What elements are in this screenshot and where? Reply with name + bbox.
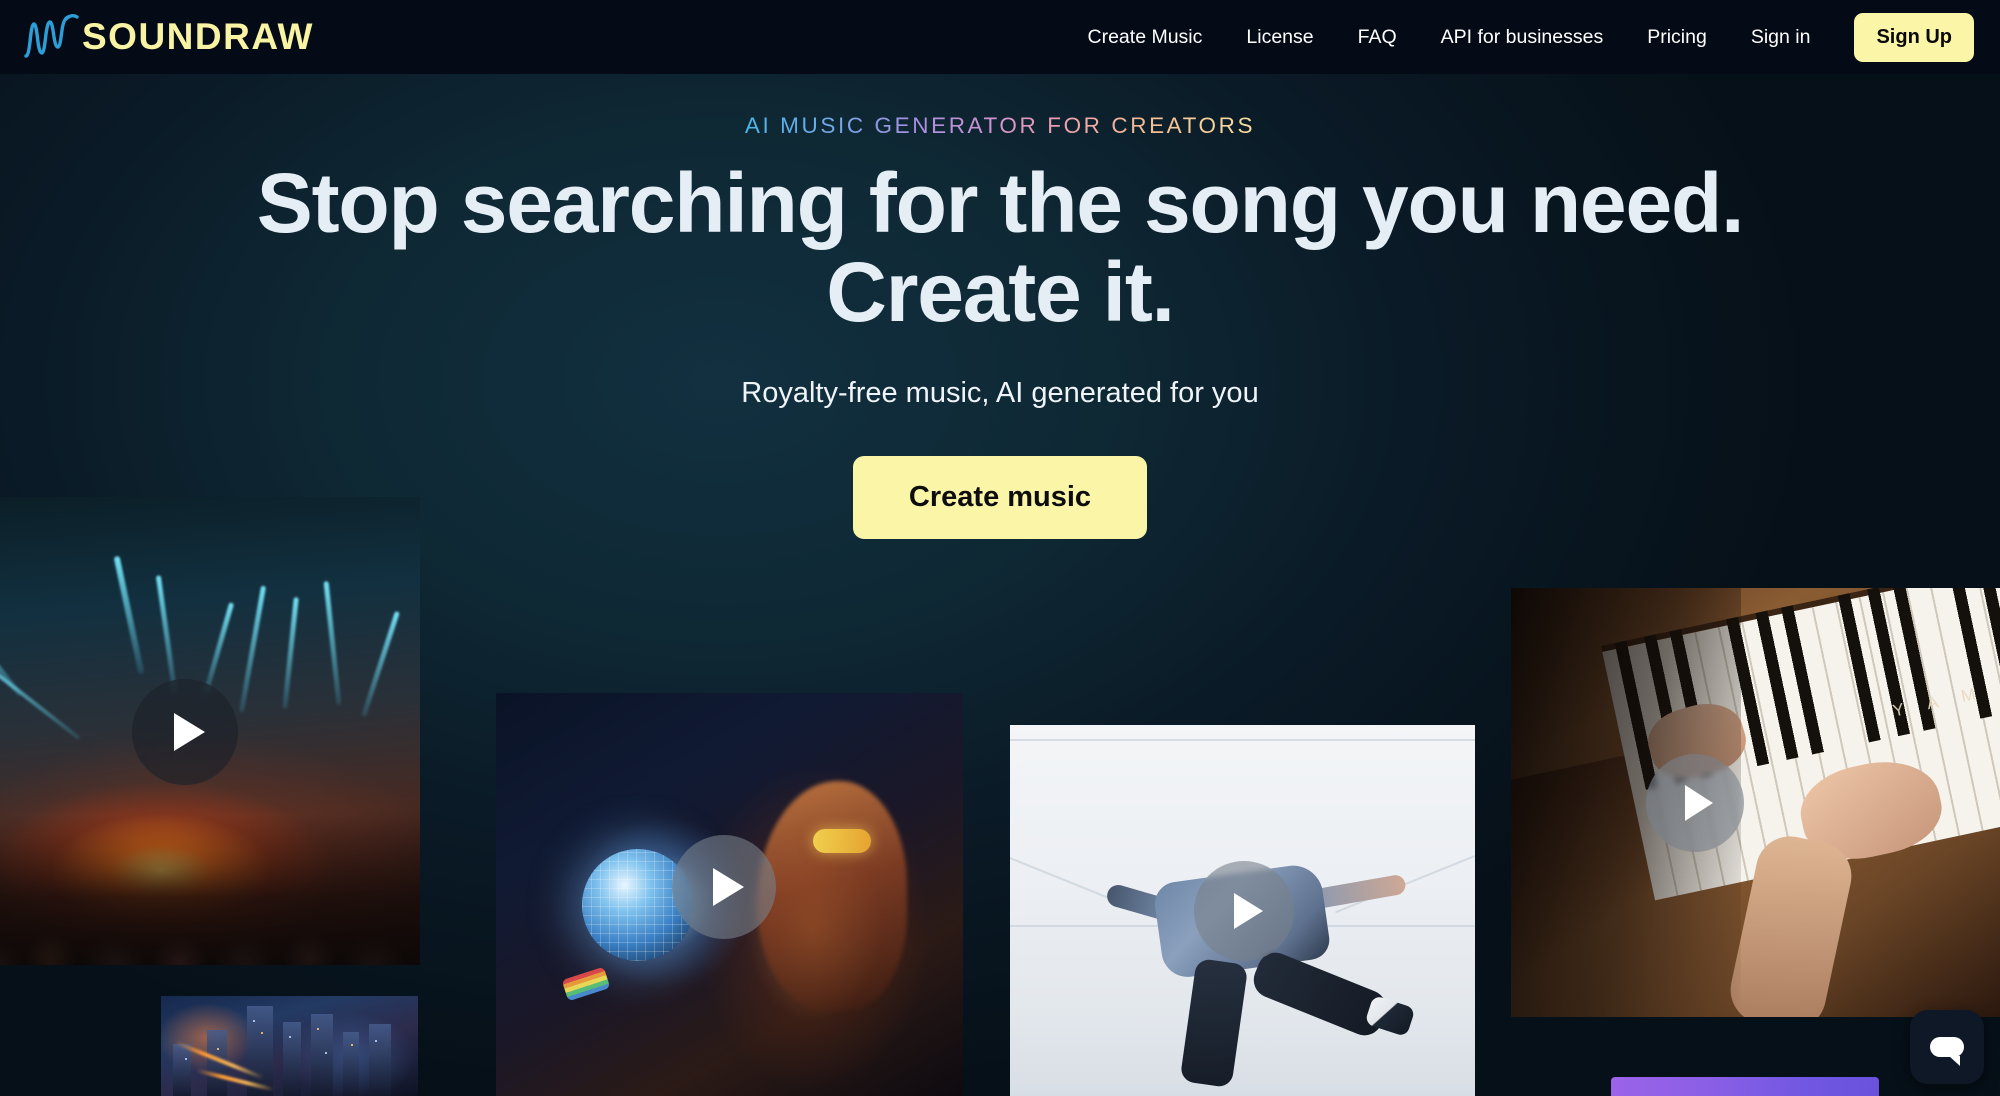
nav-item-license[interactable]: License <box>1224 0 1335 74</box>
play-icon <box>173 713 205 751</box>
chat-bubble-icon <box>1930 1037 1964 1066</box>
waveform-icon <box>24 14 79 58</box>
media-card-dancer[interactable] <box>1010 725 1475 1096</box>
play-icon <box>712 868 744 906</box>
nav-item-sign-in[interactable]: Sign in <box>1729 0 1833 74</box>
soundraw-logo[interactable]: SOUNDRAW <box>22 10 314 62</box>
media-card-disco[interactable] <box>496 693 963 1096</box>
nav-item-pricing[interactable]: Pricing <box>1625 0 1729 74</box>
soundraw-landing-page: SOUNDRAW Create Music License FAQ API fo… <box>0 0 2000 1096</box>
logo-wordmark: SOUNDRAW <box>82 15 314 57</box>
rainbow-cuff-shape <box>561 966 611 1002</box>
play-button-concert[interactable] <box>132 679 238 785</box>
crowd-silhouette <box>0 815 420 965</box>
piano-hands-image: Y A M <box>1511 588 2000 1017</box>
play-button-dancer[interactable] <box>1194 861 1294 961</box>
dancer-leg-right <box>1248 947 1392 1041</box>
top-navigation-bar: SOUNDRAW Create Music License FAQ API fo… <box>0 0 2000 74</box>
create-music-button[interactable]: Create music <box>852 456 1148 540</box>
media-card-purple[interactable] <box>1611 1077 1879 1096</box>
play-icon <box>1685 785 1713 821</box>
nav-item-faq[interactable]: FAQ <box>1336 0 1419 74</box>
dancer-leg-left <box>1179 957 1249 1089</box>
hero-cta-wrapper: Create music <box>0 456 2000 540</box>
play-button-disco[interactable] <box>672 835 776 939</box>
night-cityscape-image <box>161 996 418 1096</box>
purple-gradient-image <box>1611 1077 1879 1096</box>
chat-widget-button[interactable] <box>1910 1010 1984 1084</box>
play-button-piano[interactable] <box>1646 754 1744 852</box>
nav-item-api-businesses[interactable]: API for businesses <box>1419 0 1626 74</box>
play-icon <box>1233 893 1263 929</box>
media-card-city[interactable] <box>161 996 418 1096</box>
media-card-concert[interactable] <box>0 497 420 965</box>
hair-shape <box>757 781 907 1011</box>
sunglasses-shape <box>813 829 871 853</box>
sign-up-button[interactable]: Sign Up <box>1854 12 1974 62</box>
nav-item-create-music[interactable]: Create Music <box>1066 0 1225 74</box>
media-card-piano[interactable]: Y A M <box>1511 588 2000 1017</box>
nav-links-group: Create Music License FAQ API for busines… <box>1066 0 1974 74</box>
